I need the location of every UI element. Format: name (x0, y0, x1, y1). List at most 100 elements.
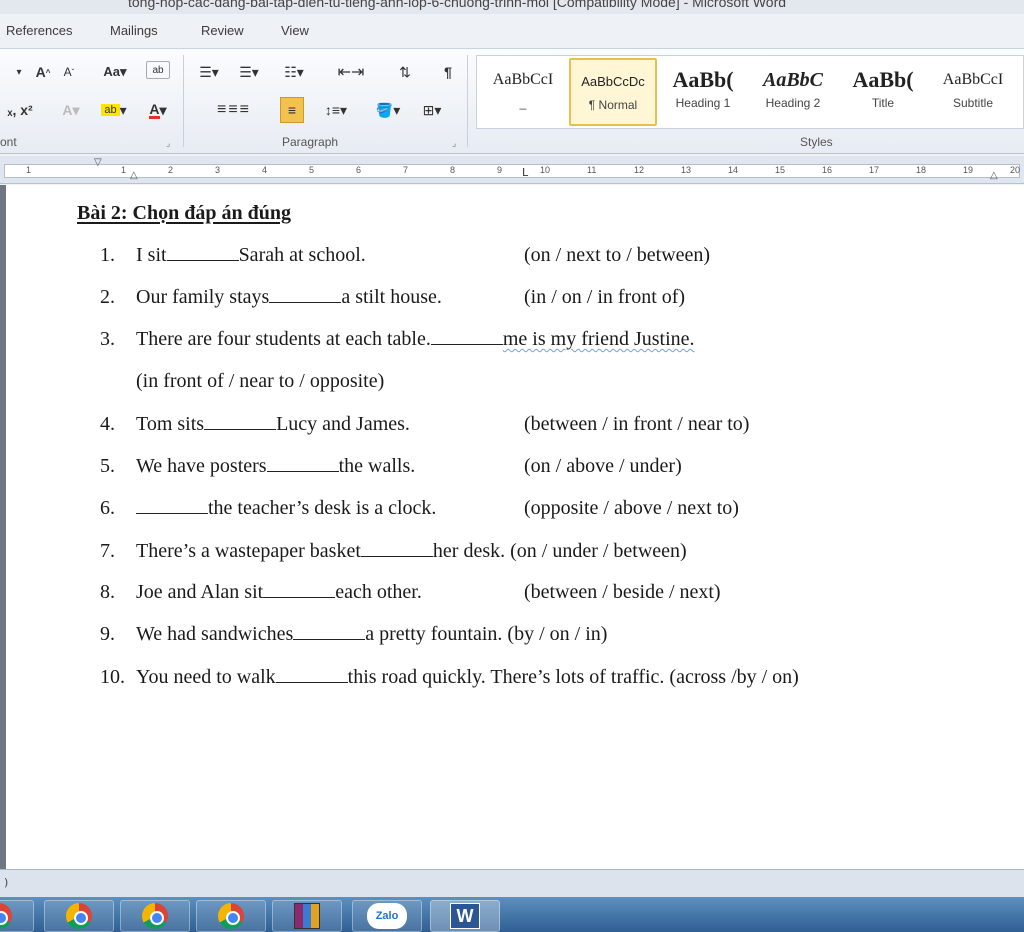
question-before: Our family stays (136, 286, 270, 308)
style-heading-2[interactable]: AaBbC Heading 2 (749, 58, 837, 126)
ruler-number: 2 (168, 165, 174, 175)
item-number: 4. (100, 413, 115, 435)
style-subtitle[interactable]: AaBbCcI Subtitle (929, 58, 1017, 126)
status-text: ) (4, 876, 9, 889)
styles-group-label: Styles (800, 135, 833, 149)
question-after: Sarah at school. (238, 244, 366, 266)
style-no-spacing[interactable]: AaBbCcI _ (479, 58, 567, 126)
taskbar-app-chrome[interactable] (0, 900, 34, 932)
taskbar-app-chrome[interactable] (120, 900, 190, 932)
answer-options: (by / on / in) (507, 623, 608, 645)
ruler-number: 14 (728, 165, 739, 175)
style-preview: AaBbC (762, 69, 824, 91)
line-spacing-icon[interactable]: ↕≡▾ (320, 99, 352, 121)
ruler-number: 16 (822, 165, 833, 175)
chrome-icon (218, 903, 244, 929)
indent-icon[interactable]: ⇤⇥ (326, 61, 376, 83)
item-number: 8. (100, 581, 115, 603)
taskbar-app-chrome[interactable] (196, 900, 266, 932)
taskbar-app-chrome[interactable] (44, 900, 114, 932)
question-after: a stilt house. (341, 286, 442, 308)
answer-options: (on / above / under) (524, 455, 682, 477)
item-number: 1. (100, 244, 115, 266)
taskbar-app-word[interactable]: W (430, 900, 500, 932)
style-name: _ (519, 96, 527, 110)
clear-formatting-icon[interactable]: ab (146, 61, 170, 79)
justify-icon[interactable]: ≡ (280, 97, 304, 123)
subscript-superscript-icon[interactable]: ₓ, x² (0, 99, 40, 121)
styles-gallery: AaBbCcI _ AaBbCcDc ¶ Normal AaBb( Headin… (476, 55, 1024, 129)
show-formatting-icon[interactable]: ¶ (436, 61, 460, 83)
answer-options: (between / in front / near to) (524, 413, 750, 435)
ruler-number: 12 (634, 165, 645, 175)
word-icon: W (450, 903, 480, 929)
font-size-dropdown-icon[interactable]: ▾ (10, 61, 28, 83)
item-number: 5. (100, 455, 115, 477)
question-after: me is my friend Justine. (502, 328, 695, 350)
ruler-number: 1 (121, 165, 127, 175)
sort-icon[interactable]: ⇅ (392, 61, 418, 83)
tab-stop-icon[interactable]: L (522, 166, 528, 179)
change-case-icon[interactable]: Aa▾ (100, 61, 130, 83)
multilevel-list-icon[interactable]: ☷▾ (274, 61, 314, 83)
question-before: There are four students at each table. (136, 328, 431, 350)
ribbon-tabs: References Mailings Review View (0, 14, 1024, 48)
numbering-icon[interactable]: ☰▾ (234, 61, 264, 83)
tab-review[interactable]: Review (201, 23, 244, 38)
tab-view[interactable]: View (281, 23, 309, 38)
ribbon: ▾ A ^ Aˇ Aa▾ ab ₓ, x² A▾ ab ▾ A ▾ ☰▾ ☰▾ ☷▾ … (0, 48, 1024, 154)
tab-mailings[interactable]: Mailings (110, 23, 158, 38)
alignment-icon[interactable]: ≡≡≡ (194, 99, 274, 121)
answer-blank (293, 624, 366, 640)
taskbar-app-zalo[interactable]: Zalo (352, 900, 422, 932)
answer-blank (263, 582, 336, 598)
item-number: 9. (100, 623, 115, 645)
style-name: Heading 1 (675, 96, 731, 110)
font-color-icon[interactable]: A ▾ (140, 99, 176, 121)
right-indent-marker-icon[interactable]: △ (990, 170, 998, 181)
question-text: Our family stays a stilt house. (136, 286, 442, 309)
paragraph-group-label: Paragraph (282, 135, 339, 149)
item-number: 6. (100, 497, 115, 519)
taskbar-app-winrar[interactable] (272, 900, 342, 932)
chrome-icon (142, 903, 168, 929)
borders-icon[interactable]: ⊞▾ (414, 99, 450, 121)
question-after: Lucy and James. (276, 413, 410, 435)
question-after: the teacher’s desk is a clock. (208, 497, 437, 519)
hanging-indent-marker-icon[interactable]: △ (130, 170, 138, 181)
question-text: We have posters the walls. (136, 455, 415, 478)
question-text: There’s a wastepaper basket her desk. (on… (136, 540, 687, 563)
grow-font-icon[interactable]: A ^ (32, 61, 54, 83)
bullets-icon[interactable]: ☰▾ (194, 61, 224, 83)
ruler-number: 8 (450, 165, 456, 175)
ribbon-divider (183, 55, 184, 147)
text-effects-icon[interactable]: A▾ (56, 99, 86, 121)
style-heading-1[interactable]: AaBb( Heading 1 (659, 58, 747, 126)
horizontal-ruler[interactable]: 1 1 2 3 4 5 6 7 8 9 10 11 12 13 14 15 16… (0, 156, 1024, 184)
highlight-color-icon[interactable]: ab ▾ (96, 99, 132, 121)
question-text: We had sandwiches a pretty fountain. (by … (136, 623, 607, 646)
question-after: each other. (335, 581, 422, 603)
tab-references[interactable]: References (6, 23, 72, 38)
style-title[interactable]: AaBb( Title (839, 58, 927, 126)
item-number: 7. (100, 540, 115, 562)
ruler-number: 13 (681, 165, 692, 175)
style-normal[interactable]: AaBbCcDc ¶ Normal (569, 58, 657, 126)
shrink-font-icon[interactable]: Aˇ (58, 61, 80, 83)
question-after: the walls. (338, 455, 416, 477)
first-line-indent-marker-icon[interactable]: ▽ (94, 157, 102, 168)
question-before: I sit (136, 244, 167, 266)
ruler-number: 11 (587, 165, 597, 175)
exercise-title: Bài 2: Chọn đáp án đúng (77, 202, 291, 224)
style-preview: AaBbCcDc (581, 74, 645, 89)
taskbar: Zalo W (0, 897, 1024, 932)
paragraph-dialog-launcher-icon[interactable]: ⌟ (452, 139, 456, 149)
style-name: Subtitle (952, 96, 994, 110)
question-text: Joe and Alan sit each other. (136, 581, 422, 604)
winrar-icon (294, 903, 320, 929)
shading-icon[interactable]: 🪣▾ (370, 99, 406, 121)
answer-options: (between / beside / next) (524, 581, 721, 603)
question-before: You need to walk (136, 666, 276, 688)
document-page[interactable]: Bài 2: Chọn đáp án đúng 1. I sit Sarah at… (6, 185, 1024, 869)
font-dialog-launcher-icon[interactable]: ⌟ (166, 139, 170, 149)
